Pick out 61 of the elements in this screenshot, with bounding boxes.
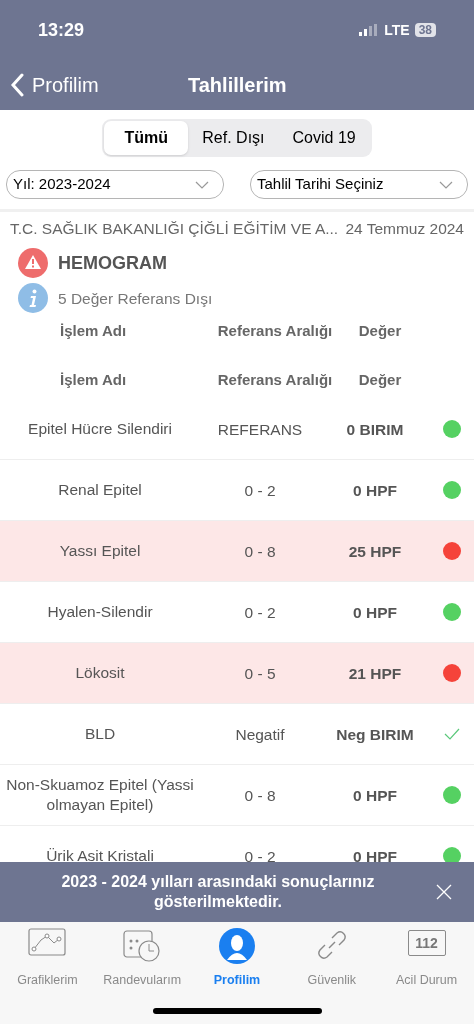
line-chart-icon — [28, 928, 67, 956]
report-date: 24 Temmuz 2024 — [345, 219, 464, 239]
result-value: 0 HPF — [352, 785, 398, 806]
column-header: Referans Aralığı — [216, 370, 334, 390]
result-row[interactable]: Lökosit 0 - 5 21 HPF — [0, 643, 474, 705]
test-label: Epitel Hücre Silendiri — [27, 419, 173, 440]
close-icon — [436, 884, 452, 900]
reference-range: 0 - 8 — [243, 785, 277, 806]
check-icon — [444, 728, 460, 741]
result-value: 0 HPF — [352, 602, 398, 623]
reference-range: 0 - 8 — [243, 541, 277, 562]
test-label: Ürik Asit Kristali — [45, 846, 155, 867]
column-header: Değer — [357, 370, 403, 390]
dropdown[interactable]: Yıl: 2023-2024 — [6, 170, 224, 199]
test-label: Hyalen-Silendir — [46, 602, 154, 623]
test-label: Renal Epitel — [57, 480, 143, 501]
column-header: İşlem Adı — [59, 321, 128, 341]
test-name: HEMOGRAM — [58, 251, 167, 275]
back-button[interactable]: Profilim — [10, 70, 99, 100]
warning-icon — [18, 248, 48, 279]
result-value: Neg BIRIM — [335, 724, 415, 745]
tab-bar-item[interactable]: 112 Acil Durum — [379, 928, 474, 990]
close-button[interactable] — [436, 884, 452, 900]
signal-icon — [359, 24, 380, 36]
test-label: Yassı Epitel — [58, 541, 142, 562]
chevron-down-icon — [439, 180, 453, 189]
test-label: Lökosit — [74, 663, 126, 684]
network-label: LTE — [384, 20, 410, 40]
chevron-down-icon — [195, 180, 209, 189]
reference-range: 0 - 5 — [243, 663, 277, 684]
calendar-clock-icon — [123, 928, 162, 962]
result-value: 21 HPF — [347, 663, 403, 684]
result-value: 25 HPF — [347, 541, 403, 562]
number-badge: 112 — [407, 930, 446, 956]
column-header: Değer — [357, 321, 403, 341]
segment-tab[interactable]: Tümü — [104, 121, 189, 155]
result-value: 0 BIRIM — [345, 419, 405, 440]
segment-tab[interactable]: Ref. Dışı — [188, 121, 279, 155]
battery-indicator: 38 — [414, 23, 436, 37]
dropdown[interactable]: Tahlil Tarihi Seçiniz — [250, 170, 468, 199]
result-value: 0 HPF — [352, 846, 398, 867]
reference-range: 0 - 2 — [243, 846, 277, 867]
reference-range: Negatif — [234, 724, 286, 745]
status-time: 13:29 — [38, 18, 85, 42]
info-icon — [18, 283, 48, 314]
result-value: 0 HPF — [352, 480, 398, 501]
out-of-range-note: 5 Değer Referans Dışı — [58, 288, 213, 309]
column-header: İşlem Adı — [59, 370, 128, 390]
institution-name: T.C. SAĞLIK BAKANLIĞI ÇİĞLİ EĞİTİM VE A... — [10, 219, 339, 239]
reference-range: 0 - 2 — [243, 480, 277, 501]
chevron-left-icon — [10, 73, 24, 97]
reference-range: 0 - 2 — [243, 602, 277, 623]
test-label: Non-Skuamoz Epitel (Yassi olmayan Epitel) — [5, 775, 195, 816]
reference-range: REFERANS — [216, 419, 304, 440]
test-label: BLD — [83, 724, 117, 745]
tab-bar-item[interactable]: Profilim — [190, 928, 284, 990]
page-title: Tahlillerim — [188, 73, 287, 98]
column-header: Referans Aralığı — [216, 321, 334, 341]
segment-tab[interactable]: Covid 19 — [278, 121, 370, 155]
person-icon — [219, 928, 255, 964]
result-row[interactable]: Yassı Epitel 0 - 8 25 HPF — [0, 521, 474, 583]
